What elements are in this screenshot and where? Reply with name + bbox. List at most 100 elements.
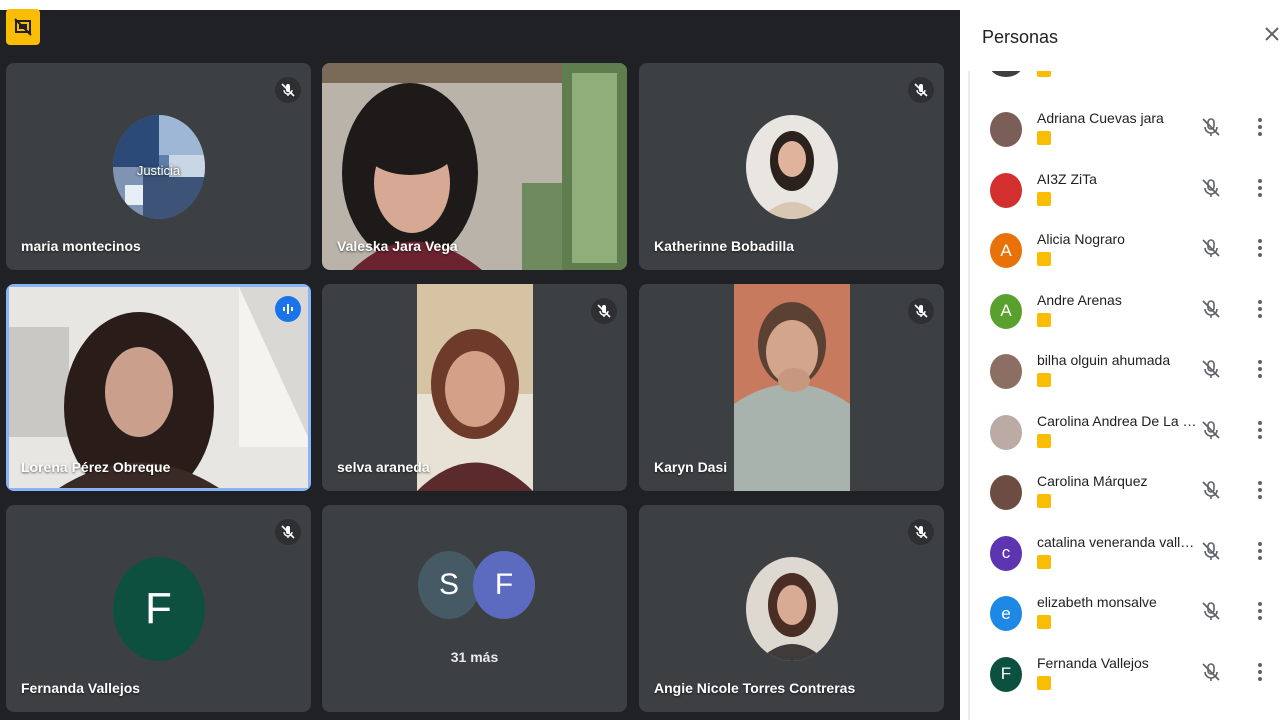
mic-off-icon[interactable] [1200,479,1222,501]
people-panel: Personas Adriana Cuevas jara AI3Z ZiTa A Al… [960,0,1280,720]
close-icon[interactable] [1264,26,1280,50]
participant-name: AI3Z ZiTa [1037,170,1097,187]
participant-video [734,284,850,491]
host-controls-badge[interactable] [6,9,40,45]
more-participants-tile[interactable]: S F 31 más [322,505,627,712]
letter-avatar: F [112,556,205,661]
participant-name: Fernanda Vallejos [21,680,141,696]
mic-off-icon[interactable] [1200,237,1222,259]
host-badge-icon [1037,433,1051,448]
participant-name: Lorena Pérez Obreque [21,459,171,475]
participant-name: Katherinne Bobadilla [654,238,795,254]
mic-off-icon [908,77,934,103]
mic-off-icon [908,298,934,324]
participant-list-item[interactable]: Carolina Márquez [970,460,1280,520]
participant-name: Fernanda Vallejos [1037,654,1149,671]
mic-off-icon [275,519,301,545]
participant-name: Adriana Cuevas jara [1037,110,1164,126]
mic-off-icon[interactable] [1200,116,1222,138]
participant-list-item[interactable]: c catalina veneranda valle... [970,521,1280,581]
more-count-label: 31 más [450,649,499,665]
presentation-off-icon [14,18,32,36]
more-options-icon[interactable] [1249,237,1271,259]
participant-name: Carolina Andrea De La R... [1037,412,1197,429]
host-badge-icon [1037,615,1051,629]
participant-photo [745,114,838,219]
more-options-icon[interactable] [1249,177,1271,199]
participant-list-item[interactable]: A Alicia Nograro [970,218,1280,278]
panel-title: Personas [982,27,1059,47]
avatar: A [990,233,1022,268]
participant-tile[interactable]: Valeska Jara Vega [322,63,627,270]
top-strip [0,0,960,10]
participant-tile[interactable]: Karyn Dasi [639,284,944,491]
participant-name: selva araneda [337,459,430,475]
more-options-icon[interactable] [1249,540,1271,562]
mic-off-icon [591,298,617,324]
avatar: A [990,293,1022,329]
participant-list-item[interactable]: Carolina Andrea De La R... [970,400,1280,460]
mic-off-icon [908,519,934,545]
participant-tile-active-speaker[interactable]: Lorena Pérez Obreque [6,284,311,491]
host-badge-icon [1037,191,1051,206]
host-badge-icon [1037,373,1051,387]
speaking-indicator-icon [275,296,301,322]
host-badge-icon [1037,312,1051,327]
participant-tile[interactable]: Angie Nicole Torres Contreras [639,505,944,712]
more-options-icon[interactable] [1249,479,1271,501]
mic-off-icon[interactable] [1200,661,1222,683]
participant-name: bilha olguin ahumada [1037,352,1171,368]
more-options-icon[interactable] [1249,600,1271,622]
participant-photo [745,556,838,661]
meeting-stage: Justicia maria montecinos Valeska Jara V… [0,0,960,720]
mic-off-icon[interactable] [1200,600,1222,622]
participant-tile[interactable]: Katherinne Bobadilla [639,63,944,270]
mic-off-icon [275,77,301,103]
participant-list-item[interactable]: bilha olguin ahumada [970,339,1280,399]
avatar: F [990,656,1022,692]
mic-off-icon[interactable] [1200,358,1222,380]
avatar [990,354,1022,389]
host-badge-icon [1037,494,1051,508]
participant-list-item[interactable]: e elizabeth monsalve [970,581,1280,641]
host-badge-icon [1037,71,1051,77]
participant-tile[interactable]: selva araneda [322,284,627,491]
mic-off-icon[interactable] [1200,419,1222,441]
more-options-icon[interactable] [1249,661,1271,683]
mic-off-icon[interactable] [1200,298,1222,320]
host-badge-icon [1037,131,1051,145]
mic-off-icon[interactable] [1200,540,1222,562]
participant-video [417,284,533,491]
people-list[interactable]: Adriana Cuevas jara AI3Z ZiTa A Alicia Nogr… [968,71,1280,720]
participant-tile[interactable]: F Fernanda Vallejos [6,505,311,712]
more-options-icon[interactable] [1249,358,1271,380]
photo-caption: Justicia [136,163,181,178]
participant-name: Valeska Jara Vega [337,238,458,254]
avatar [990,172,1022,208]
avatar: e [990,596,1022,631]
more-options-icon[interactable] [1249,419,1271,441]
participant-name: Carolina Márquez [1037,473,1148,489]
host-badge-icon [1037,554,1051,569]
participant-name: Alicia Nograro [1037,231,1125,247]
avatar: c [990,535,1022,571]
more-options-icon[interactable] [1249,298,1271,320]
participant-list-item[interactable]: F Fernanda Vallejos [970,642,1280,702]
participant-name: Angie Nicole Torres Contreras [654,680,856,696]
more-options-icon[interactable] [1249,116,1271,138]
participant-list-item[interactable]: A Andre Arenas [970,279,1280,339]
participant-name: Karyn Dasi [654,459,728,475]
mic-off-icon[interactable] [1200,177,1222,199]
avatar [990,71,1022,77]
avatar [990,414,1022,450]
letter-avatar: F [473,551,535,619]
letter-avatar: S [418,551,480,619]
avatar [990,112,1022,147]
participant-list-item[interactable]: Adriana Cuevas jara [970,97,1280,157]
participant-list-item[interactable]: AI3Z ZiTa [970,158,1280,218]
host-badge-icon [1037,675,1051,690]
avatar [990,475,1022,510]
participant-tile[interactable]: Justicia maria montecinos [6,63,311,270]
host-badge-icon [1037,252,1051,266]
participant-name: Andre Arenas [1037,291,1122,308]
